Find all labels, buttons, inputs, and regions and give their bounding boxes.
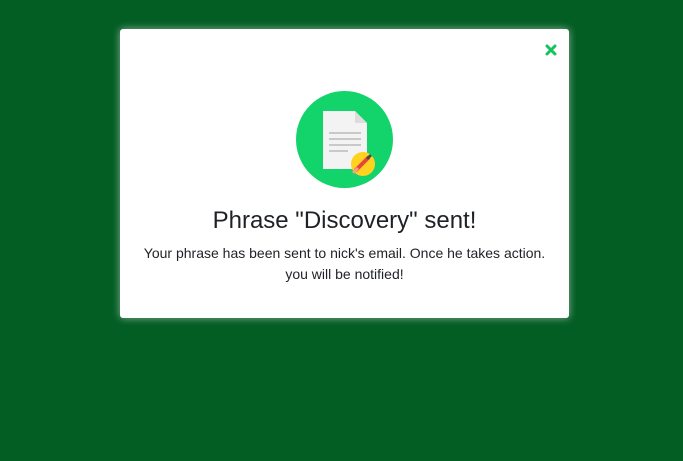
document-with-pencil-icon [323,111,375,176]
message-line-1: Your phrase has been sent to nick's emai… [143,245,546,261]
close-icon [545,44,557,56]
document-sent-illustration [296,91,393,188]
close-button[interactable] [544,43,558,57]
modal-title: Phrase "Discovery" sent! [212,207,477,234]
confirmation-modal: Phrase "Discovery" sent! Your phrase has… [120,29,569,318]
modal-message: Your phrase has been sent to nick's emai… [140,243,549,285]
page-background: { "colors": { "background": "#035e24", "… [0,0,683,461]
message-line-2: you will be notified! [285,266,404,282]
